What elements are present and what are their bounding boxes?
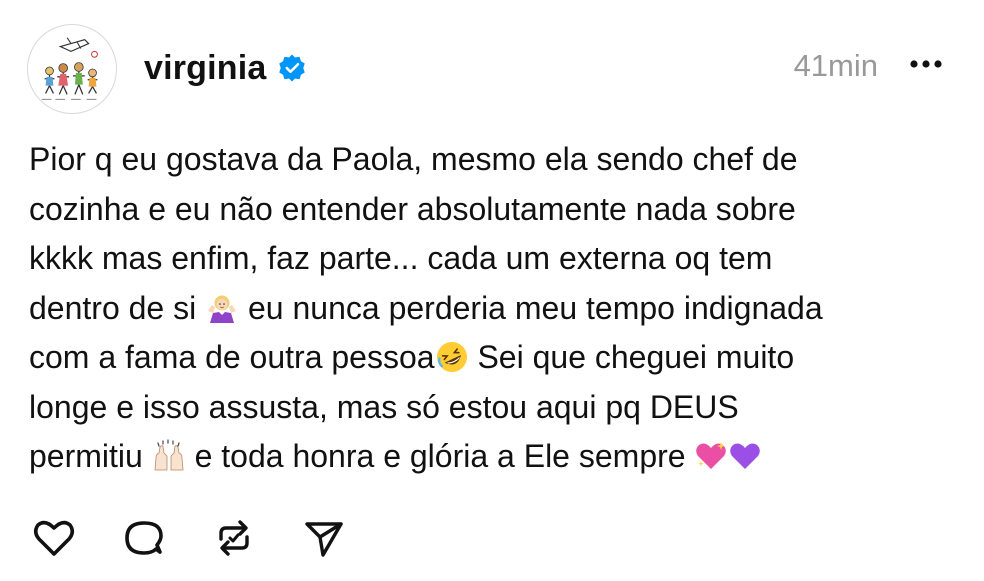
thread-post: virginia 41min Pior q eu gostava da Paol…	[0, 0, 984, 581]
comment-icon	[125, 521, 163, 555]
raising-hands-emoji-icon	[152, 439, 186, 473]
post-timestamp: 41min	[793, 48, 878, 83]
post-text-segment: com a fama de outra pessoa	[29, 339, 435, 375]
repost-button[interactable]	[210, 514, 258, 562]
post-text-line: kkkk mas enfim, faz parte... cada um ext…	[29, 240, 773, 276]
avatar[interactable]	[27, 24, 117, 114]
purple-heart-emoji-icon	[728, 439, 762, 473]
post-text-segment: e toda honra e glória a Ele sempre	[185, 438, 695, 474]
post-text-line: cozinha e eu não entender absolutamente …	[29, 190, 796, 227]
child-drawing-avatar-icon	[28, 25, 116, 113]
verified-badge-icon	[277, 53, 307, 83]
more-horizontal-icon	[910, 60, 942, 68]
send-icon	[305, 522, 343, 557]
rolling-laughing-emoji-icon	[435, 340, 469, 374]
post-text-line: permitiu e toda honra e glória a Ele sem…	[29, 432, 959, 482]
comment-button[interactable]	[120, 514, 168, 562]
post-text-line: dentro de si eu nunca perderia meu tempo…	[29, 284, 959, 334]
post-text-line: longe e isso assusta, mas só estou aqui …	[29, 388, 739, 425]
share-button[interactable]	[300, 514, 348, 562]
post-text-segment: permitiu	[29, 438, 152, 474]
post-text-segment: eu nunca perderia meu tempo indignada	[239, 289, 823, 326]
like-button[interactable]	[30, 514, 78, 562]
post-body: Pior q eu gostava da Paola, mesmo ela se…	[29, 135, 959, 482]
username[interactable]: virginia	[144, 49, 267, 88]
post-text-line: Pior q eu gostava da Paola, mesmo ela se…	[29, 141, 798, 177]
author-row: virginia	[144, 44, 307, 92]
post-text-segment: Sei que cheguei muito	[468, 339, 795, 375]
post-text-segment: dentro de si	[29, 289, 206, 326]
heart-icon	[33, 520, 75, 556]
post-text-line: com a fama de outra pessoa Sei que chegu…	[29, 333, 959, 383]
more-options-button[interactable]	[906, 44, 946, 84]
sparkling-heart-emoji-icon	[694, 439, 728, 473]
post-actions	[30, 514, 348, 562]
repost-icon	[219, 520, 249, 556]
woman-shrugging-emoji-icon	[205, 291, 239, 325]
